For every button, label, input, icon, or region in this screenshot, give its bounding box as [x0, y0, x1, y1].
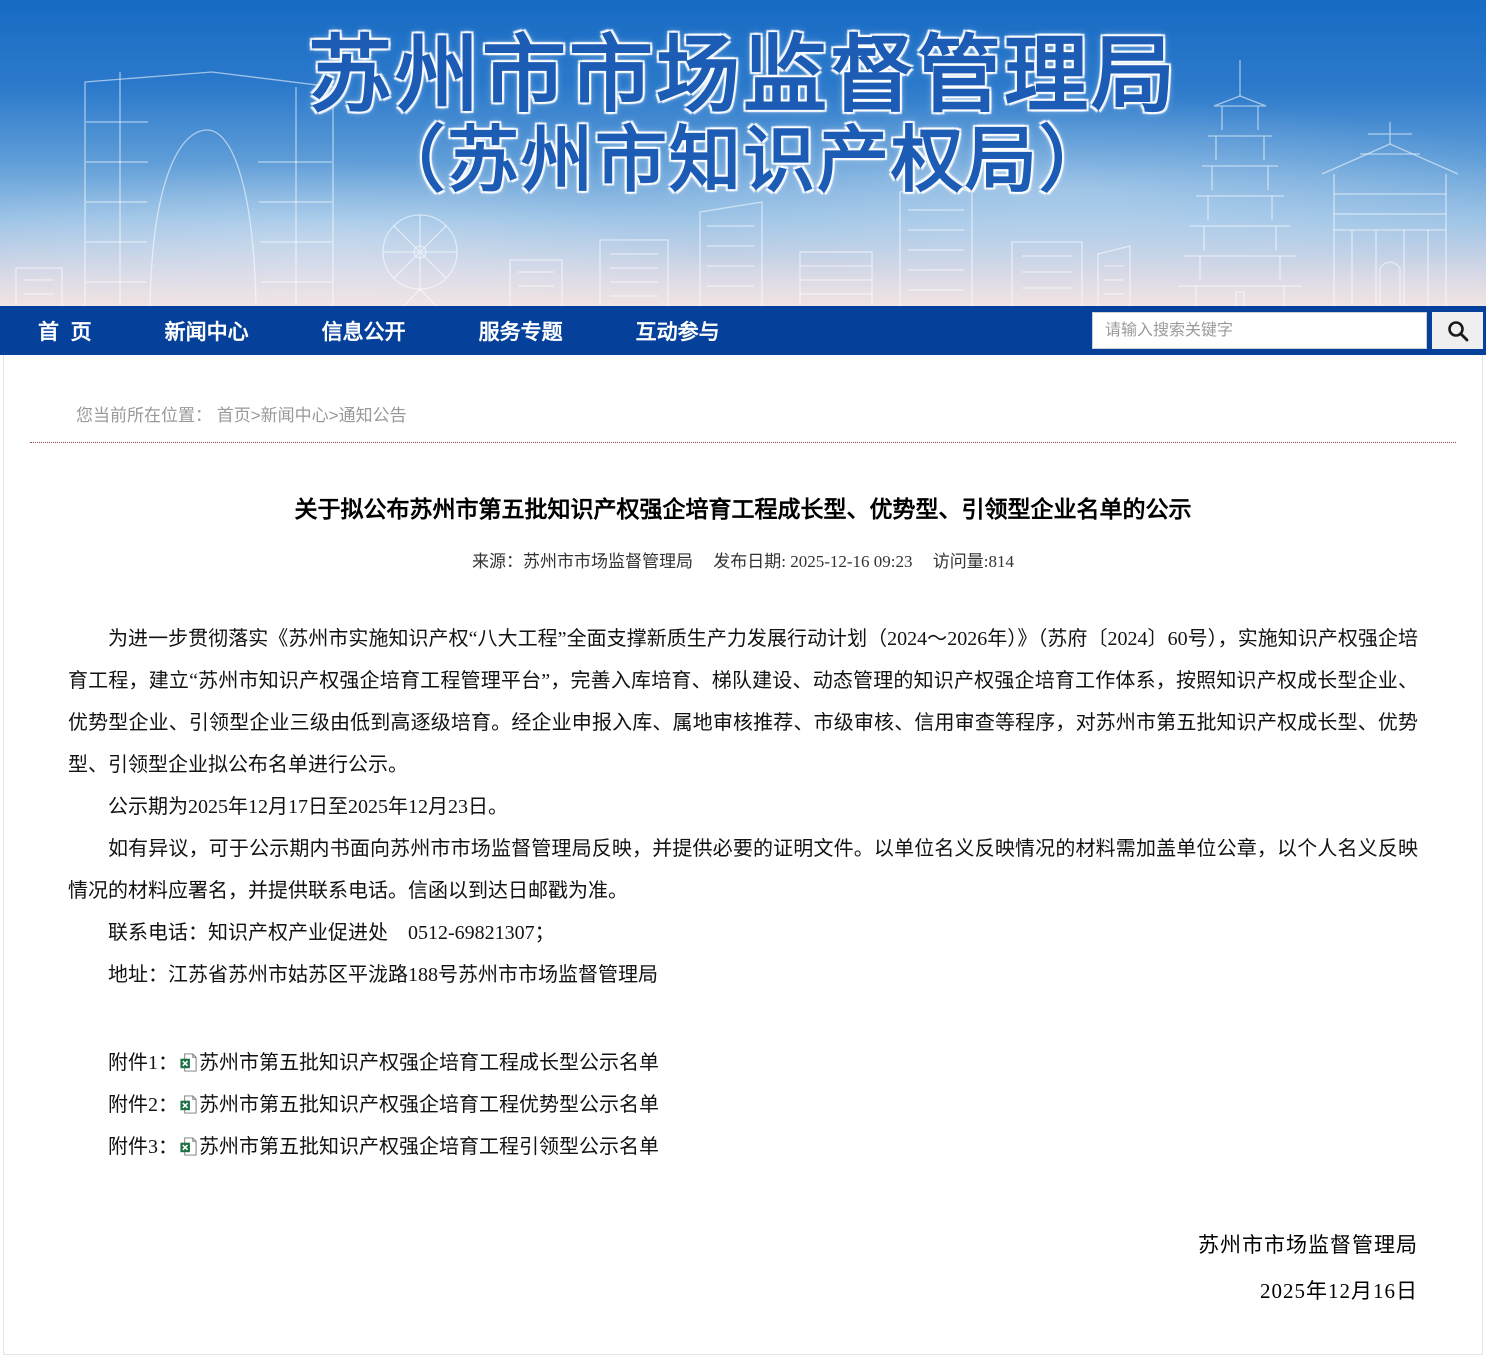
breadcrumb-divider: [30, 442, 1456, 443]
search-button[interactable]: [1432, 312, 1483, 349]
breadcrumb: 您当前所在位置： 首页>新闻中心>通知公告: [4, 355, 1482, 442]
search-input[interactable]: [1092, 312, 1427, 349]
signature-date: 2025年12月16日: [68, 1268, 1418, 1314]
site-title-block: 苏州市市场监督管理局 （苏州市知识产权局）: [0, 0, 1486, 201]
attachment-label: 附件2：: [108, 1094, 178, 1116]
paragraph: 公示期为2025年12月17日至2025年12月23日。: [68, 786, 1418, 828]
nav-item-service-topics[interactable]: 服务专题: [479, 316, 563, 346]
article-signature: 苏州市市场监督管理局 2025年12月16日: [68, 1222, 1418, 1314]
attachment-link-growth-list[interactable]: 苏州市第五批知识产权强企培育工程成长型公示名单: [199, 1052, 659, 1074]
excel-file-icon: [179, 1095, 198, 1114]
main-nav: 首 页 新闻中心 信息公开 服务专题 互动参与: [0, 306, 1486, 355]
meta-date-label: 发布日期:: [713, 552, 786, 571]
excel-file-icon: [179, 1137, 198, 1156]
paragraph-address: 地址：江苏省苏州市姑苏区平泷路188号苏州市市场监督管理局: [68, 954, 1418, 996]
signature-org: 苏州市市场监督管理局: [68, 1222, 1418, 1268]
search-bar: [1092, 312, 1483, 349]
meta-views-label: 访问量:: [933, 552, 989, 571]
site-banner: 苏州市市场监督管理局 （苏州市知识产权局）: [0, 0, 1486, 306]
paragraph: 为进一步贯彻落实《苏州市实施知识产权“八大工程”全面支撑新质生产力发展行动计划（…: [68, 618, 1418, 786]
attachment-row-3: 附件3： 苏州市第五批知识产权强企培育工程引领型公示名单: [68, 1126, 1418, 1168]
breadcrumb-path[interactable]: 首页>新闻中心>通知公告: [217, 406, 407, 425]
meta-source-label: 来源：: [472, 552, 523, 571]
attachment-label: 附件3：: [108, 1136, 178, 1158]
attachment-row-2: 附件2： 苏州市第五批知识产权强企培育工程优势型公示名单: [68, 1084, 1418, 1126]
content-panel: 您当前所在位置： 首页>新闻中心>通知公告 关于拟公布苏州市第五批知识产权强企培…: [3, 355, 1483, 1355]
nav-item-news[interactable]: 新闻中心: [165, 316, 249, 346]
article-body: 为进一步贯彻落实《苏州市实施知识产权“八大工程”全面支撑新质生产力发展行动计划（…: [68, 618, 1418, 1314]
attachments-list: 附件1： 苏州市第五批知识产权强企培育工程成长型公示名单 附件2： 苏州市第五批知识…: [68, 1042, 1418, 1168]
meta-source: 苏州市市场监督管理局: [523, 552, 693, 571]
attachment-row-1: 附件1： 苏州市第五批知识产权强企培育工程成长型公示名单: [68, 1042, 1418, 1084]
paragraph: 如有异议，可于公示期内书面向苏州市市场监督管理局反映，并提供必要的证明文件。以单…: [68, 828, 1418, 912]
attachment-label: 附件1：: [108, 1052, 178, 1074]
breadcrumb-prefix: 您当前所在位置：: [76, 406, 212, 425]
nav-item-info-disclosure[interactable]: 信息公开: [322, 316, 406, 346]
article-meta: 来源：苏州市市场监督管理局 发布日期: 2025-12-16 09:23 访问量…: [4, 547, 1482, 572]
search-icon: [1446, 319, 1470, 343]
attachment-link-advantage-list[interactable]: 苏州市第五批知识产权强企培育工程优势型公示名单: [199, 1094, 659, 1116]
paragraph-contact-phone: 联系电话：知识产权产业促进处 0512-69821307；: [68, 912, 1418, 954]
nav-item-home[interactable]: 首 页: [38, 316, 92, 346]
excel-file-icon: [179, 1053, 198, 1072]
attachment-link-leading-list[interactable]: 苏州市第五批知识产权强企培育工程引领型公示名单: [199, 1136, 659, 1158]
article-title: 关于拟公布苏州市第五批知识产权强企培育工程成长型、优势型、引领型企业名单的公示: [94, 493, 1392, 525]
site-subtitle: （苏州市知识产权局）: [0, 121, 1486, 202]
site-title: 苏州市市场监督管理局: [0, 30, 1486, 121]
nav-item-interaction[interactable]: 互动参与: [636, 316, 720, 346]
meta-date: 2025-12-16 09:23: [790, 552, 912, 571]
meta-views: 814: [989, 552, 1015, 571]
